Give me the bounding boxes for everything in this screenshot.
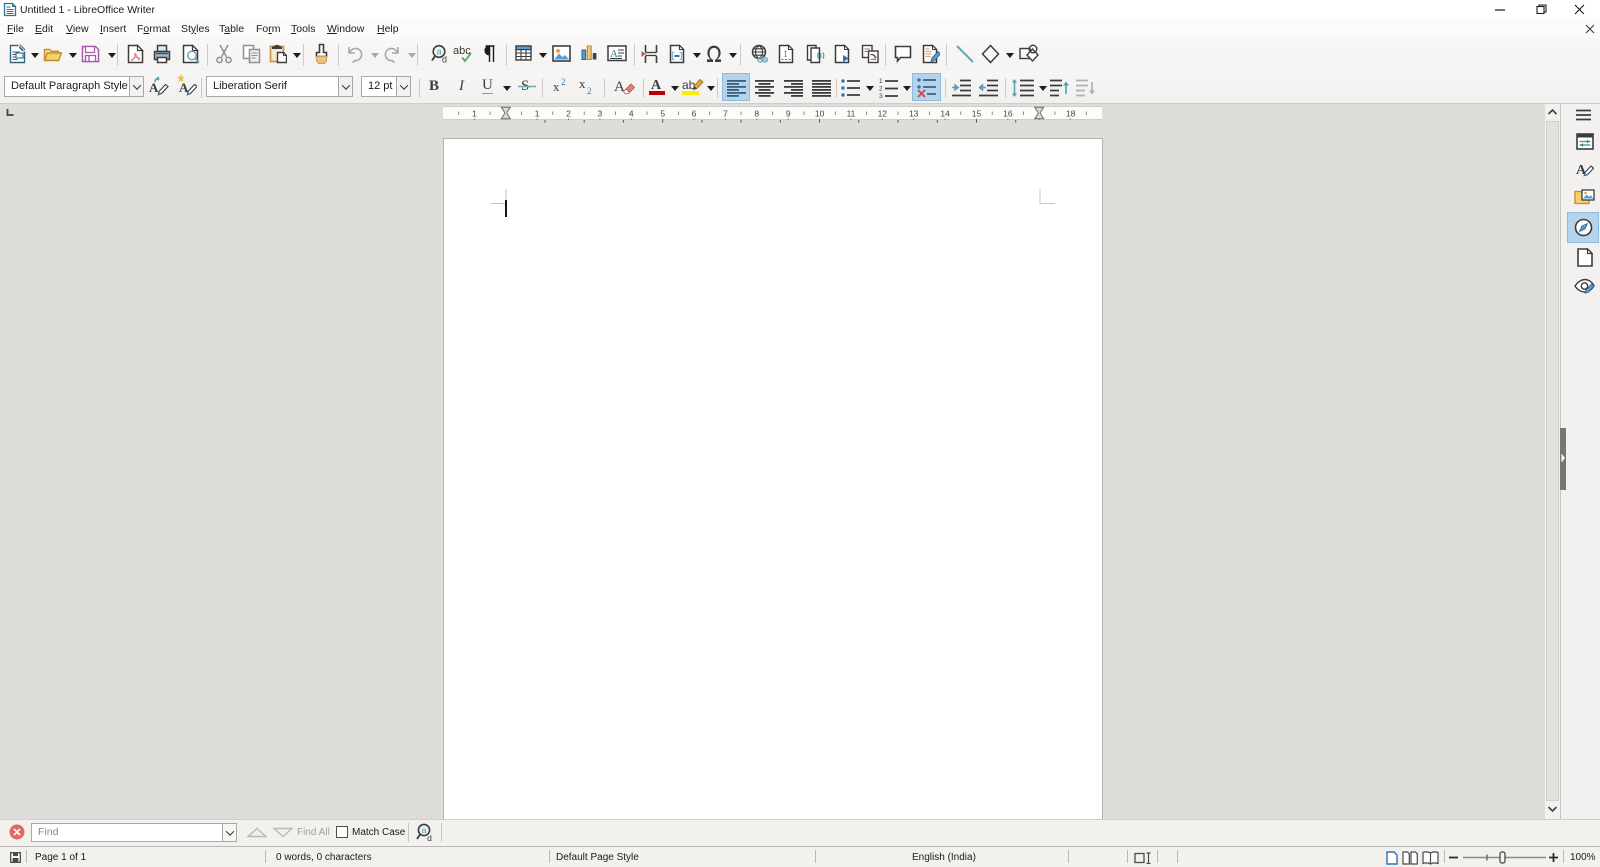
svg-text:10: 10 xyxy=(815,109,825,119)
svg-text:a: a xyxy=(422,825,427,835)
svg-text:11: 11 xyxy=(847,109,856,119)
svg-text:x: x xyxy=(579,78,586,91)
svg-text:13: 13 xyxy=(909,109,919,119)
svg-text:A: A xyxy=(614,79,625,95)
svg-text:2: 2 xyxy=(587,86,592,96)
svg-text:3: 3 xyxy=(598,109,603,119)
svg-text:3: 3 xyxy=(879,93,883,98)
svg-text:d: d xyxy=(427,833,432,842)
svg-text:1: 1 xyxy=(535,109,540,119)
svg-text:2: 2 xyxy=(879,86,883,93)
svg-text:6: 6 xyxy=(692,109,697,119)
svg-text:4: 4 xyxy=(629,109,634,119)
svg-text:18: 18 xyxy=(1066,109,1076,119)
svg-text:9: 9 xyxy=(786,109,791,119)
svg-text:1: 1 xyxy=(879,78,883,85)
svg-text:15: 15 xyxy=(972,109,982,119)
svg-text:12: 12 xyxy=(878,109,888,119)
svg-text:2: 2 xyxy=(561,78,566,87)
svg-text:A: A xyxy=(651,78,662,93)
svg-text:7: 7 xyxy=(723,109,728,119)
svg-text:8: 8 xyxy=(754,109,759,119)
svg-text:a: a xyxy=(436,47,441,57)
svg-text:14: 14 xyxy=(940,109,950,119)
svg-text:A: A xyxy=(149,80,159,95)
svg-text:1: 1 xyxy=(472,109,477,119)
svg-text:16: 16 xyxy=(1003,109,1013,119)
svg-text:1: 1 xyxy=(783,50,788,60)
svg-text:x: x xyxy=(553,79,560,94)
svg-text:d: d xyxy=(442,55,447,65)
svg-text:2: 2 xyxy=(566,109,571,119)
svg-text:5: 5 xyxy=(660,109,665,119)
